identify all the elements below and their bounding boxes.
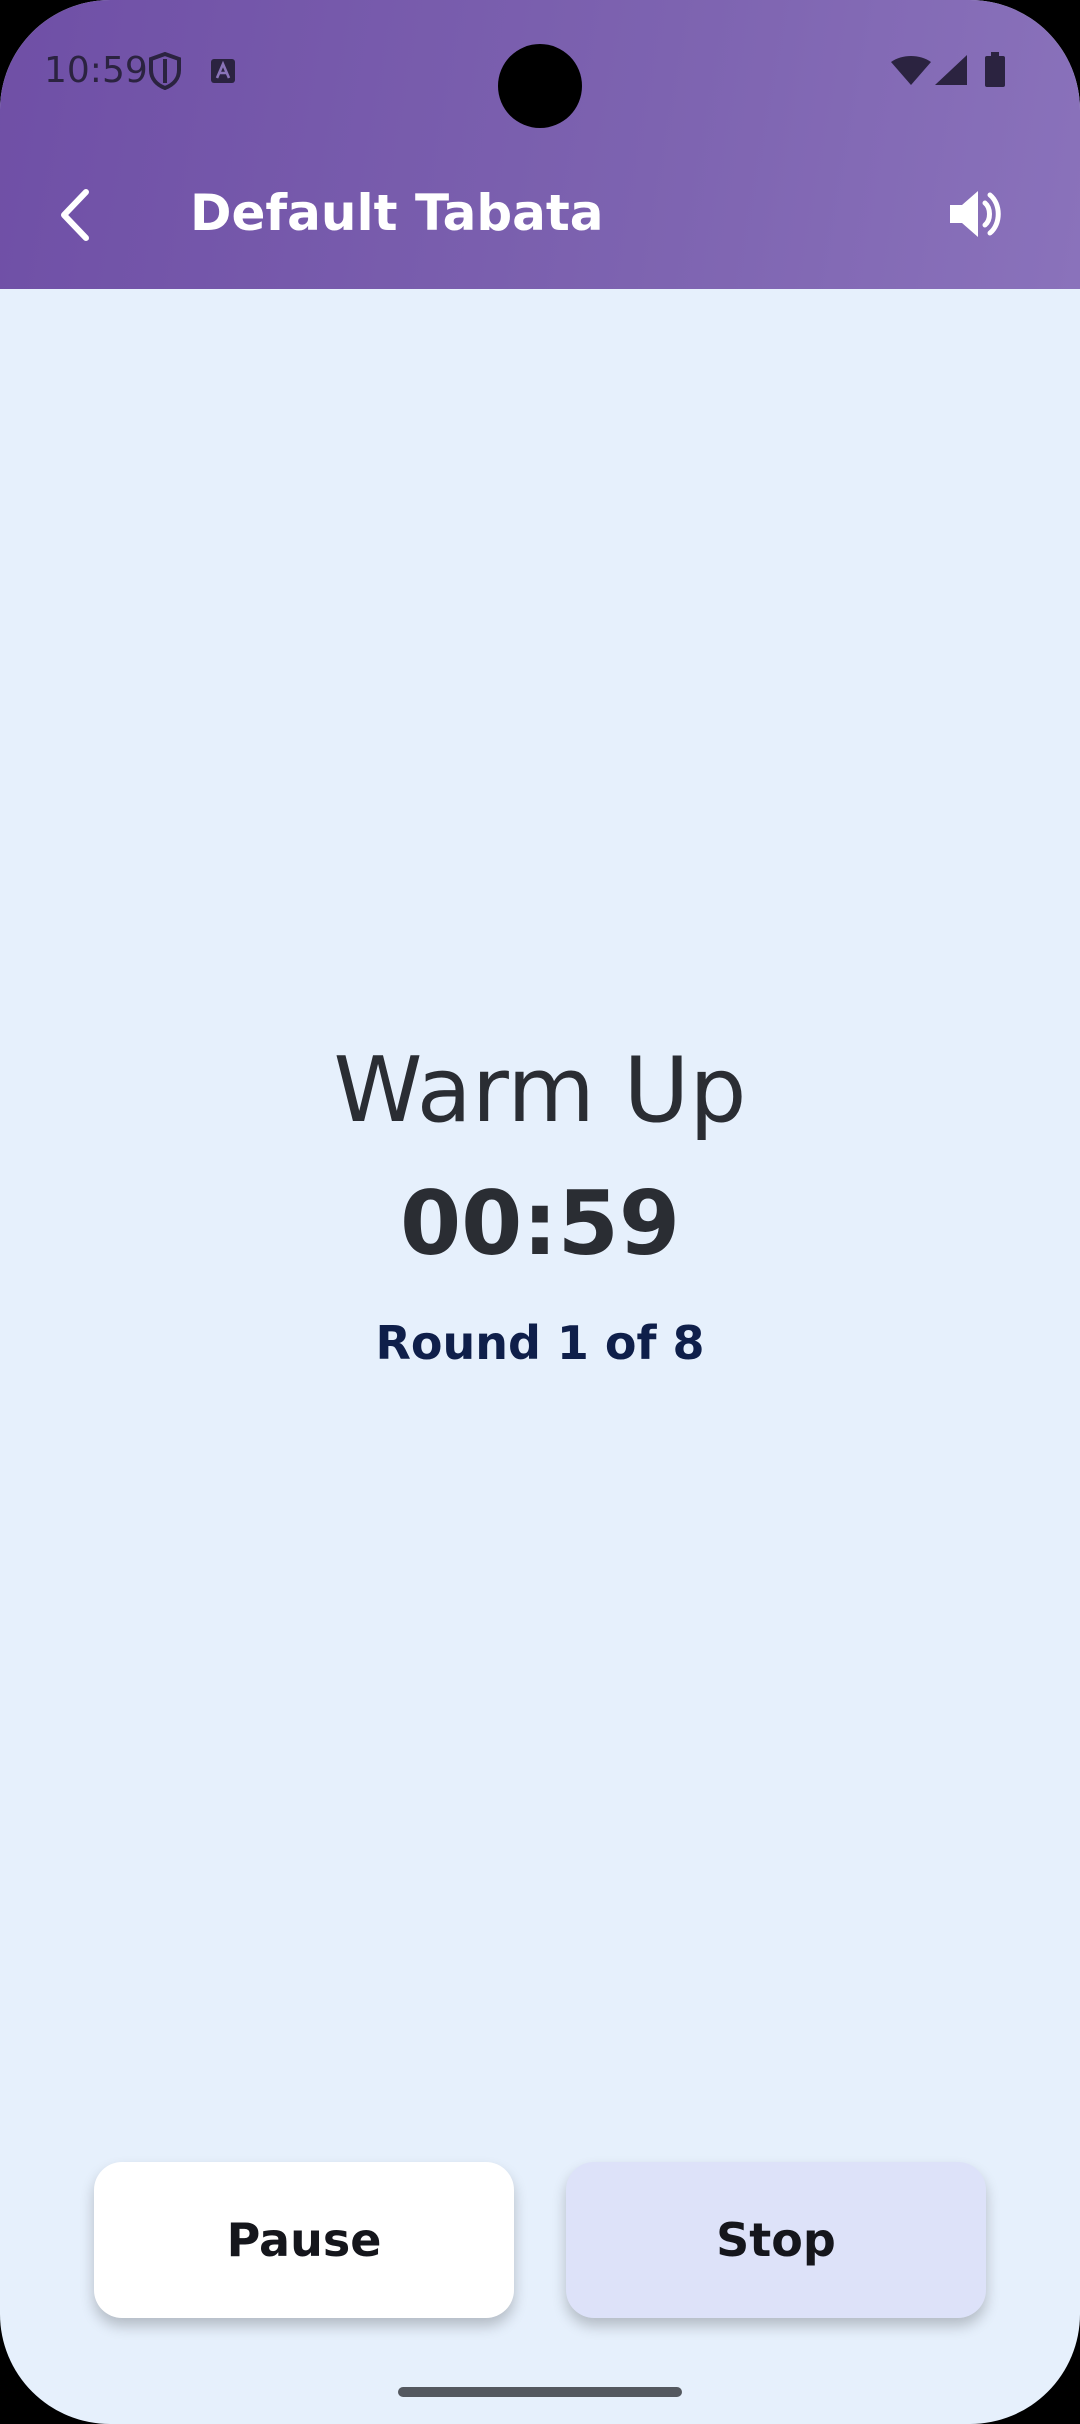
back-button[interactable] xyxy=(50,180,100,250)
countdown-timer: 00:59 xyxy=(399,1172,681,1275)
home-indicator[interactable] xyxy=(398,2387,682,2397)
screen: 10:59 Default Tabata Warm Up 00:59 Round… xyxy=(0,0,1080,2424)
round-counter: Round 1 of 8 xyxy=(375,1316,705,1370)
battery-icon xyxy=(985,52,1005,87)
keyboard-a-icon xyxy=(211,59,235,83)
wifi-icon xyxy=(891,56,931,85)
page-title: Default Tabata xyxy=(190,184,604,242)
signal-icon xyxy=(935,55,967,85)
front-camera xyxy=(498,44,582,128)
pause-button[interactable]: Pause xyxy=(94,2162,514,2318)
volume-icon[interactable] xyxy=(946,184,1006,244)
shield-icon xyxy=(149,52,181,90)
phase-label: Warm Up xyxy=(333,1038,747,1143)
stop-button[interactable]: Stop xyxy=(566,2162,986,2318)
app-bar: 10:59 Default Tabata xyxy=(0,0,1080,289)
status-bar: 10:59 xyxy=(0,0,1080,140)
status-time: 10:59 xyxy=(44,50,148,91)
